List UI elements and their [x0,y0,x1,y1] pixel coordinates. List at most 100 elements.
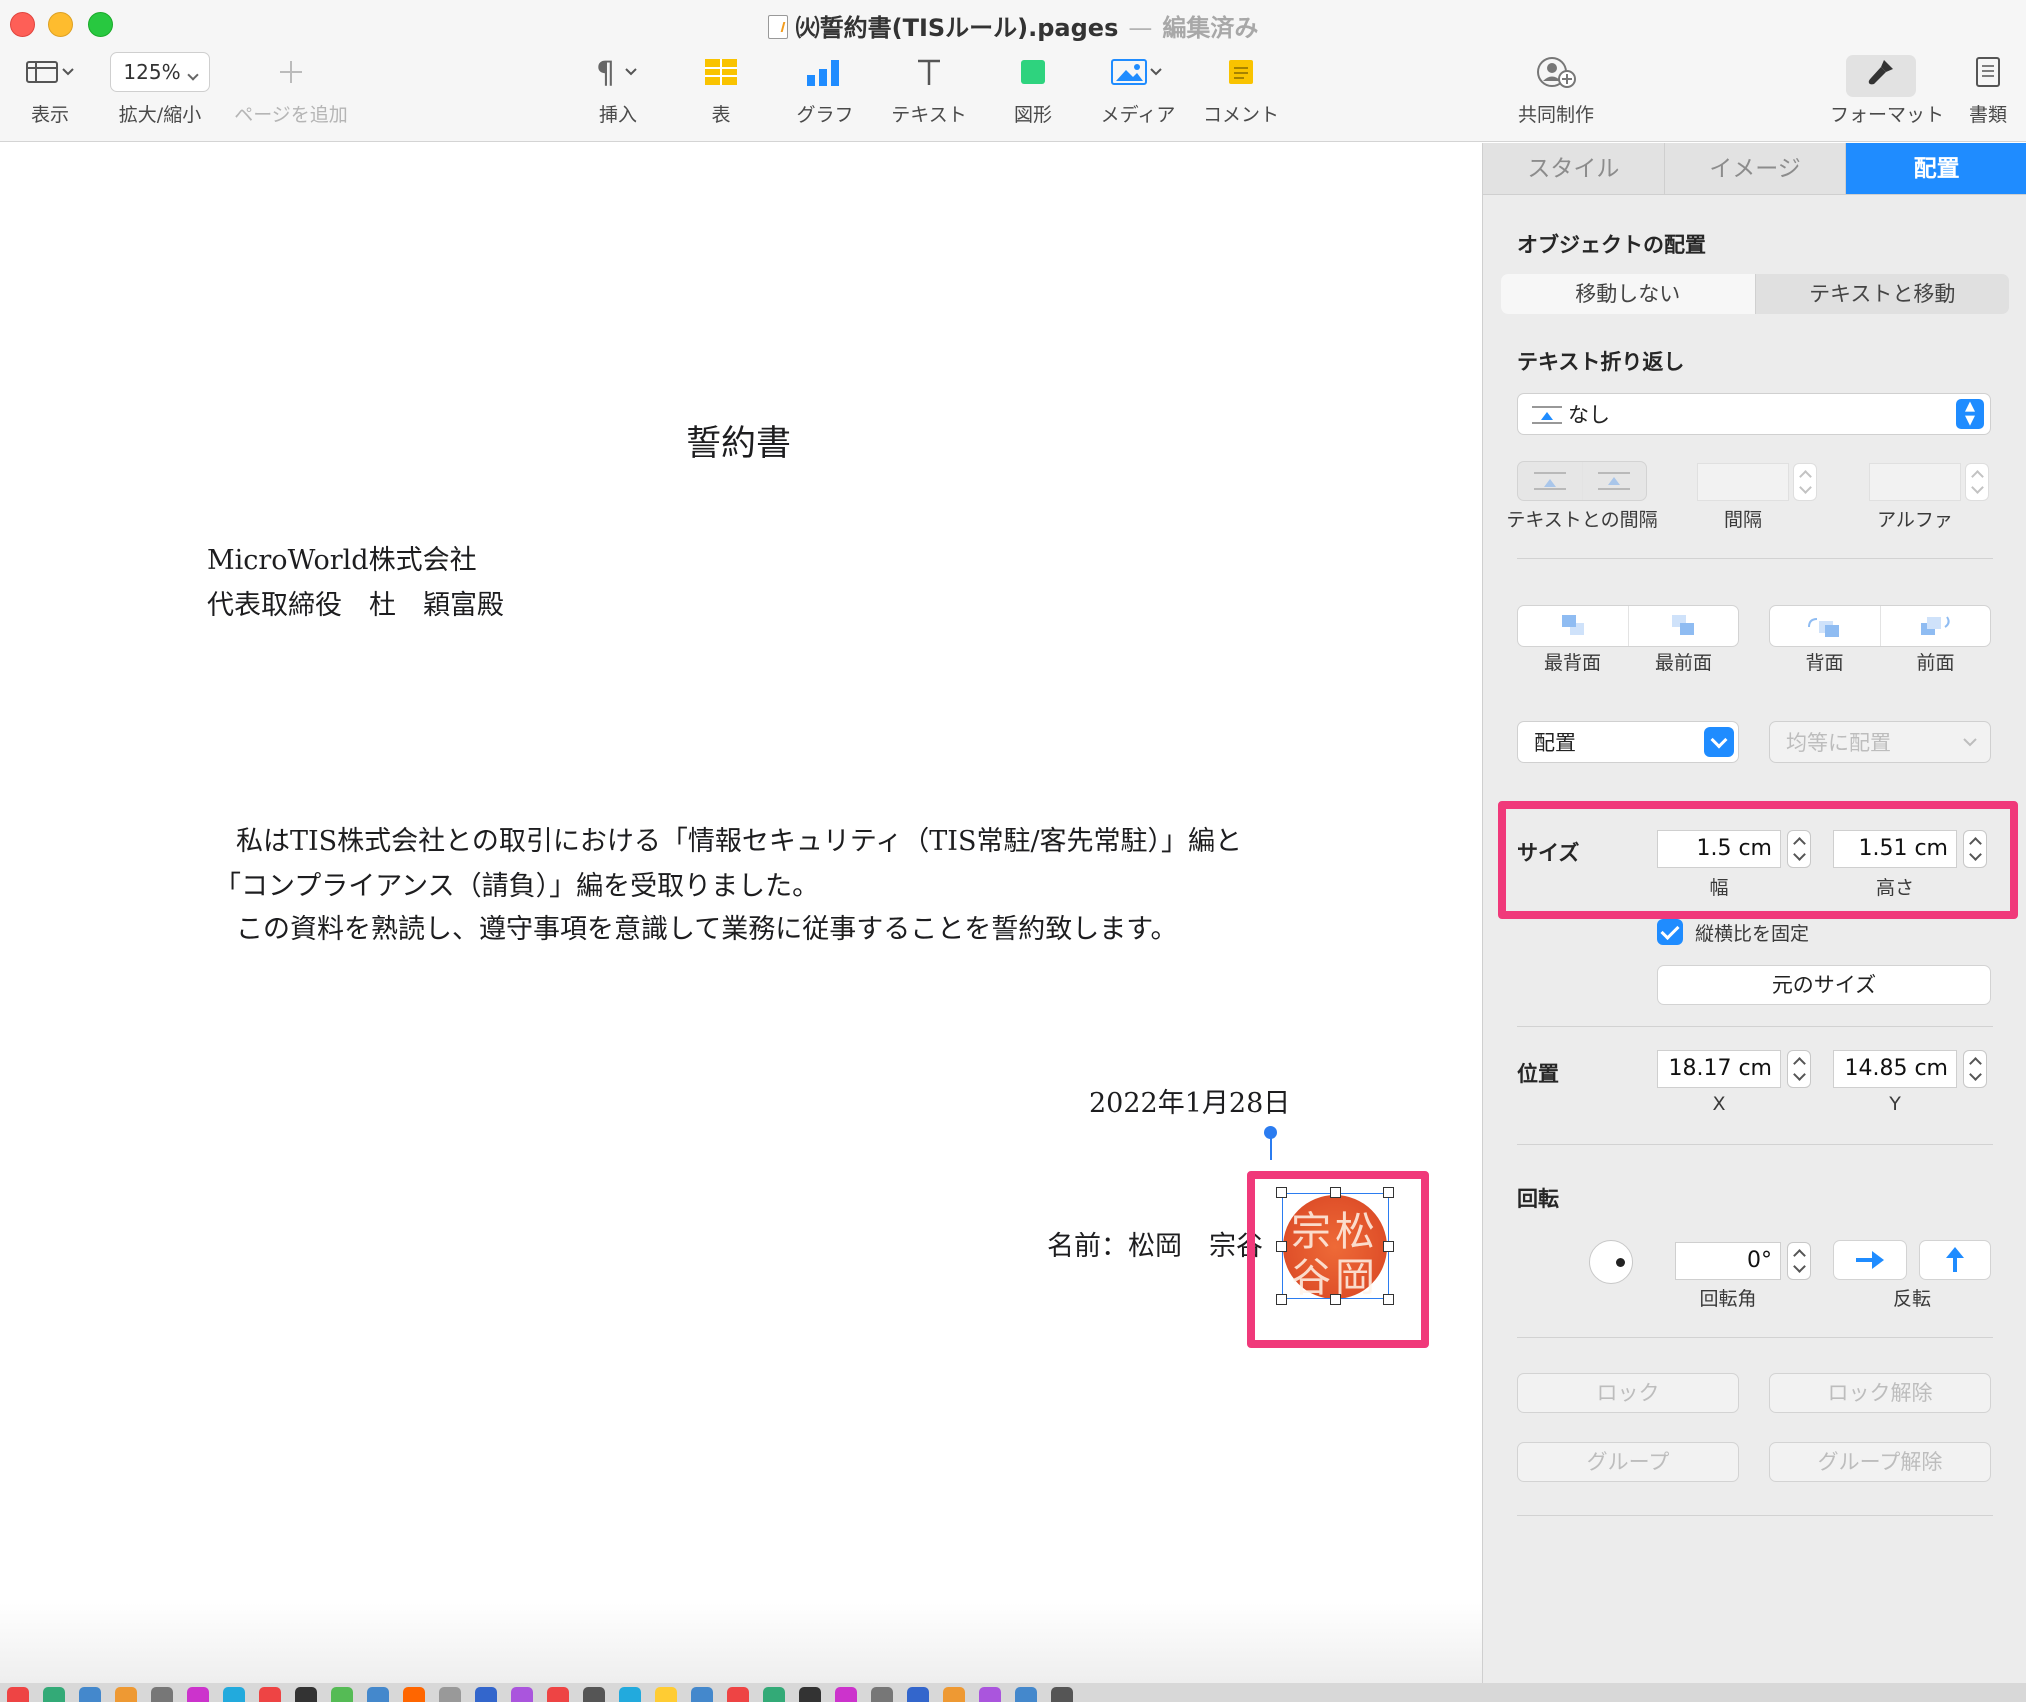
dock-app-icon[interactable] [115,1687,137,1702]
format-button[interactable]: フォーマット [1830,52,1944,127]
resize-handle-top-right[interactable] [1383,1187,1394,1198]
dock-app-icon[interactable] [475,1687,497,1702]
dock-app-icon[interactable] [979,1687,1001,1702]
rotation-angle-field[interactable]: 0° [1675,1242,1781,1280]
position-y-stepper[interactable] [1963,1050,1987,1088]
dock-app-icon[interactable] [295,1687,317,1702]
send-to-back-icon[interactable] [1518,606,1628,646]
height-field[interactable]: 1.51 cm [1833,830,1957,868]
resize-handle-right[interactable] [1383,1241,1394,1252]
dock-app-icon[interactable] [763,1687,785,1702]
bring-forward-icon[interactable] [1879,606,1991,646]
original-size-button[interactable]: 元のサイズ [1657,965,1991,1005]
dock-app-icon[interactable] [511,1687,533,1702]
flip-horizontal-button[interactable] [1833,1240,1907,1280]
body-line-3[interactable]: この資料を熟読し、遵守事項を意識して業務に従事することを誓約致します。 [236,907,1178,946]
spacing-below-icon[interactable] [1581,462,1647,500]
rotation-angle-stepper[interactable] [1787,1242,1811,1280]
position-x-field[interactable]: 18.17 cm [1657,1050,1781,1088]
constrain-proportions-checkbox[interactable] [1657,919,1683,945]
document-date[interactable]: 2022年1月28日 [1089,1081,1290,1120]
shape-button[interactable]: 図形 [1008,52,1058,127]
dock-app-icon[interactable] [835,1687,857,1702]
dock-app-icon[interactable] [619,1687,641,1702]
dock-app-icon[interactable] [943,1687,965,1702]
dock-app-icon[interactable] [367,1687,389,1702]
ungroup-button[interactable]: グループ解除 [1769,1442,1991,1482]
signature-name[interactable]: 名前：松岡 宗谷 [1047,1224,1263,1263]
anchor-marker-icon[interactable] [1264,1126,1277,1139]
addressee-company[interactable]: MicroWorld株式会社 [207,538,477,577]
move-with-text-option[interactable]: テキストと移動 [1756,274,2010,314]
text-wrap-popup[interactable]: なし ▲ ▼ [1517,393,1991,435]
group-button[interactable]: グループ [1517,1442,1739,1482]
resize-handle-bottom[interactable] [1330,1294,1341,1305]
add-page-button[interactable]: ページを追加 [226,52,356,127]
spacing-above-icon[interactable] [1518,462,1582,500]
body-line-1[interactable]: 私はTIS株式会社との取引における「情報セキュリティ（TIS常駐/客先常駐）」編… [236,819,1242,858]
zoom-control[interactable]: 125% 拡大/縮小 [108,52,212,127]
comment-button[interactable]: コメント [1198,52,1284,127]
wrap-alpha-field[interactable] [1869,463,1961,501]
resize-handle-top[interactable] [1330,1187,1341,1198]
collaborate-button[interactable]: 共同制作 [1512,52,1600,127]
resize-handle-bottom-right[interactable] [1383,1294,1394,1305]
align-popup[interactable]: 配置 [1517,721,1739,763]
table-button[interactable]: 表 [696,52,746,127]
send-backward-label: 背面 [1805,652,1844,674]
resize-handle-top-left[interactable] [1276,1187,1287,1198]
dock-app-icon[interactable] [799,1687,821,1702]
dock-app-icon[interactable] [871,1687,893,1702]
width-field[interactable]: 1.5 cm [1657,830,1781,868]
document-button[interactable]: 書類 [1960,52,2016,127]
dock-app-icon[interactable] [907,1687,929,1702]
height-stepper[interactable] [1963,830,1987,868]
dock-app-icon[interactable] [655,1687,677,1702]
distribute-popup[interactable]: 均等に配置 [1769,721,1991,763]
wrap-alpha-stepper[interactable] [1965,463,1989,501]
dock-app-icon[interactable] [403,1687,425,1702]
text-button[interactable]: テキスト [884,52,974,127]
tab-image[interactable]: イメージ [1665,143,1847,194]
lock-button[interactable]: ロック [1517,1373,1739,1413]
unlock-button[interactable]: ロック解除 [1769,1373,1991,1413]
dock-app-icon[interactable] [439,1687,461,1702]
dock-app-icon[interactable] [691,1687,713,1702]
zoom-popup[interactable]: 125% [110,52,210,92]
flip-vertical-button[interactable] [1919,1240,1991,1280]
dock-app-icon[interactable] [151,1687,173,1702]
tab-style[interactable]: スタイル [1483,143,1665,194]
dock-app-icon[interactable] [223,1687,245,1702]
addressee-person[interactable]: 代表取締役 杜 穎富殿 [207,583,504,622]
bring-to-front-icon[interactable] [1627,606,1739,646]
tab-arrange[interactable]: 配置 [1846,143,2026,194]
position-y-field[interactable]: 14.85 cm [1833,1050,1957,1088]
dock-app-icon[interactable] [1015,1687,1037,1702]
dock-app-icon[interactable] [259,1687,281,1702]
dock-app-icon[interactable] [547,1687,569,1702]
dock-app-icon[interactable] [7,1687,29,1702]
send-backward-icon[interactable] [1770,606,1880,646]
stay-on-page-option[interactable]: 移動しない [1501,274,1756,314]
wrap-gap-field[interactable] [1697,463,1789,501]
dock-app-icon[interactable] [43,1687,65,1702]
resize-handle-left[interactable] [1276,1241,1287,1252]
width-stepper[interactable] [1787,830,1811,868]
resize-handle-bottom-left[interactable] [1276,1294,1287,1305]
body-line-2[interactable]: 「コンプライアンス（請負）」編を受取りました。 [214,864,819,903]
dock-app-icon[interactable] [727,1687,749,1702]
dock-app-icon[interactable] [331,1687,353,1702]
dock-app-icon[interactable] [1051,1687,1073,1702]
document-canvas[interactable]: 誓約書 MicroWorld株式会社 代表取締役 杜 穎富殿 私はTIS株式会社… [0,143,1482,1683]
dock-app-icon[interactable] [79,1687,101,1702]
wrap-gap-stepper[interactable] [1793,463,1817,501]
dock-app-icon[interactable] [187,1687,209,1702]
rotation-knob[interactable] [1589,1240,1633,1284]
dock-app-icon[interactable] [583,1687,605,1702]
view-button[interactable]: 表示 [18,52,82,127]
position-x-stepper[interactable] [1787,1050,1811,1088]
chart-button[interactable]: グラフ [790,52,860,127]
insert-button[interactable]: ¶ 挿入 [588,52,648,127]
document-title[interactable]: 誓約書 [686,415,791,466]
media-button[interactable]: メディア [1094,52,1182,127]
